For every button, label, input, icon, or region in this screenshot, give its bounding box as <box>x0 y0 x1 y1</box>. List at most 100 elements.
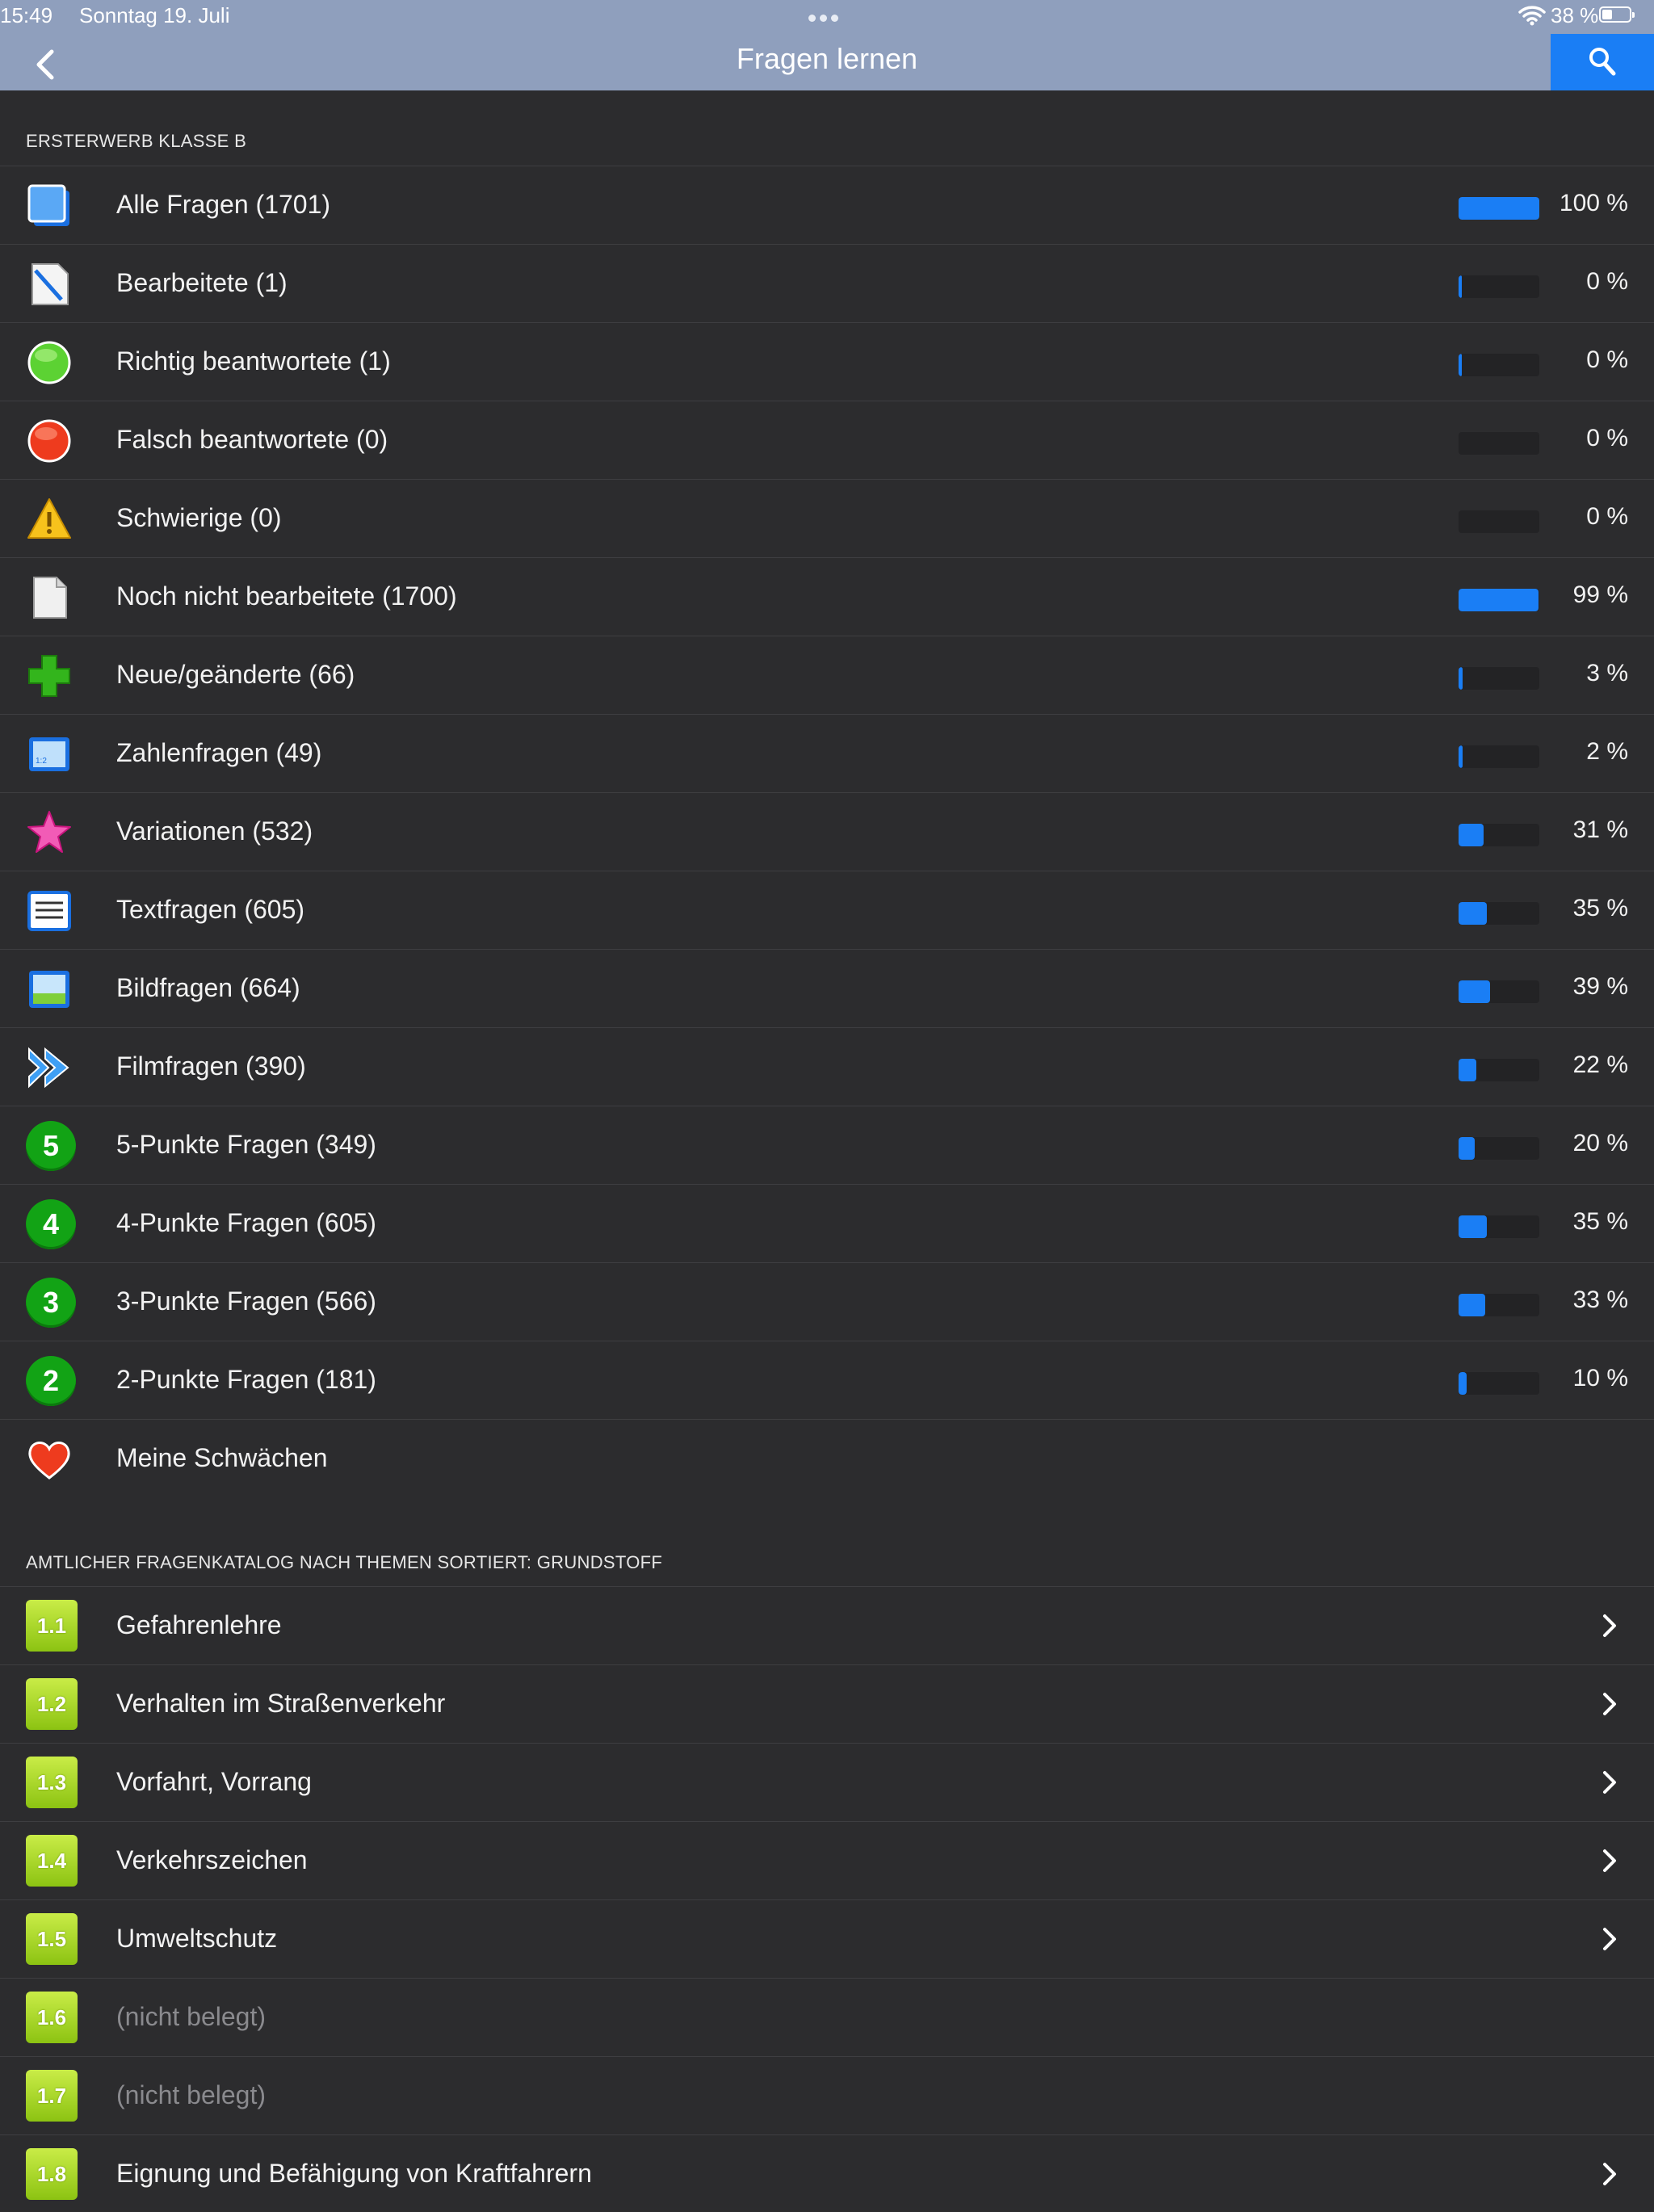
list-item[interactable]: 5 5-Punkte Fragen (349) 20 % <box>0 1106 1654 1183</box>
topic-number-badge: 1.7 <box>26 2070 78 2122</box>
topic-row[interactable]: 1.5 Umweltschutz <box>0 1899 1654 1977</box>
navigation-bar: 15:49 Sonntag 19. Juli 38 % Fragen lerne… <box>0 0 1654 90</box>
progress-bar <box>1459 667 1539 690</box>
list-item[interactable]: Noch nicht bearbeitete (1700) 99 % <box>0 557 1654 635</box>
list-item[interactable]: Meine Schwächen <box>0 1419 1654 1496</box>
red-circle-icon <box>26 418 73 464</box>
progress-bar <box>1459 354 1539 376</box>
progress-fill <box>1459 745 1463 768</box>
blank-document-icon <box>26 574 73 621</box>
topic-label: (nicht belegt) <box>116 2002 266 2031</box>
progress-fill <box>1459 275 1462 298</box>
progress-bar <box>1459 1059 1539 1081</box>
section-header-fragenkatalog: AMTLICHER FRAGENKATALOG NACH THEMEN SORT… <box>26 1552 663 1572</box>
list-item[interactable]: 4 4-Punkte Fragen (605) 35 % <box>0 1184 1654 1261</box>
two-points-icon: 2 <box>26 1356 76 1406</box>
chevron-right-icon[interactable] <box>1597 1611 1622 1640</box>
chevron-right-icon[interactable] <box>1597 1846 1622 1875</box>
list-item[interactable]: Richtig beantwortete (1) 0 % <box>0 322 1654 400</box>
topic-row[interactable]: 1.4 Verkehrszeichen <box>0 1821 1654 1899</box>
topic-row[interactable]: 1.8 Eignung und Befähigung von Kraftfahre… <box>0 2134 1654 2212</box>
search-button[interactable] <box>1551 34 1654 90</box>
list-item-label: Variationen (532) <box>116 816 313 846</box>
progress-percentage: 0 % <box>1586 268 1628 295</box>
progress-percentage: 99 % <box>1572 581 1628 608</box>
progress-fill <box>1459 902 1487 925</box>
progress-bar <box>1459 1294 1539 1316</box>
progress-percentage: 2 % <box>1586 738 1628 765</box>
list-item[interactable]: Bearbeitete (1) 0 % <box>0 244 1654 321</box>
list-item[interactable]: Textfragen (605) 35 % <box>0 871 1654 948</box>
list-item-label: Meine Schwächen <box>116 1443 328 1472</box>
progress-percentage: 39 % <box>1572 973 1628 1000</box>
progress-fill <box>1459 589 1539 611</box>
topic-row: 1.6 (nicht belegt) <box>0 1978 1654 2055</box>
progress-bar <box>1459 745 1539 768</box>
list-item[interactable]: 1:2 Zahlenfragen (49) 2 % <box>0 714 1654 791</box>
list-item[interactable]: Variationen (532) 31 % <box>0 792 1654 870</box>
list-item[interactable]: Alle Fragen (1701) 100 % <box>0 166 1654 243</box>
list-item[interactable]: Neue/geänderte (66) 3 % <box>0 636 1654 713</box>
topic-row[interactable]: 1.1 Gefahrenlehre <box>0 1586 1654 1664</box>
battery-percentage: 38 % <box>1551 3 1599 27</box>
progress-bar <box>1459 510 1539 533</box>
status-time: 15:49 <box>0 3 53 27</box>
list-item-label: 4-Punkte Fragen (605) <box>116 1208 376 1237</box>
chevron-right-icon[interactable] <box>1597 1768 1622 1797</box>
topic-row[interactable]: 1.3 Vorfahrt, Vorrang <box>0 1743 1654 1820</box>
pink-star-icon <box>26 809 73 856</box>
topic-label: Verkehrszeichen <box>116 1845 308 1874</box>
list-item[interactable]: Falsch beantwortete (0) 0 % <box>0 401 1654 478</box>
list-item[interactable]: Filmfragen (390) 22 % <box>0 1027 1654 1105</box>
multitasking-dots-icon[interactable] <box>808 11 844 22</box>
list-item[interactable]: 2 2-Punkte Fragen (181) 10 % <box>0 1341 1654 1418</box>
list-item-label: Textfragen (605) <box>116 895 305 924</box>
list-item-label: Falsch beantwortete (0) <box>116 425 388 454</box>
progress-percentage: 0 % <box>1586 346 1628 373</box>
list-item-label: Bildfragen (664) <box>116 973 300 1002</box>
progress-fill <box>1459 197 1539 220</box>
topic-row[interactable]: 1.2 Verhalten im Straßenverkehr <box>0 1664 1654 1742</box>
topic-label: Verhalten im Straßenverkehr <box>116 1689 446 1718</box>
list-item-label: Zahlenfragen (49) <box>116 738 322 767</box>
chevron-right-icon[interactable] <box>1597 1689 1622 1719</box>
section-header-ersterwerb: ERSTERWERB KLASSE B <box>26 131 247 151</box>
progress-percentage: 35 % <box>1572 895 1628 921</box>
topic-label: Gefahrenlehre <box>116 1610 282 1639</box>
list-item-label: Filmfragen (390) <box>116 1051 306 1081</box>
topic-label: Eignung und Befähigung von Kraftfahrern <box>116 2159 592 2188</box>
topic-number-badge: 1.8 <box>26 2148 78 2200</box>
progress-fill <box>1459 354 1462 376</box>
progress-percentage: 35 % <box>1572 1208 1628 1235</box>
progress-percentage: 31 % <box>1572 816 1628 843</box>
green-circle-icon <box>26 339 73 386</box>
topic-label: (nicht belegt) <box>116 2080 266 2109</box>
topic-number-badge: 1.4 <box>26 1835 78 1887</box>
topic-row: 1.7 (nicht belegt) <box>0 2056 1654 2134</box>
progress-bar <box>1459 902 1539 925</box>
topic-number-badge: 1.2 <box>26 1678 78 1730</box>
chevron-right-icon[interactable] <box>1597 1924 1622 1954</box>
list-item-label: Alle Fragen (1701) <box>116 190 331 219</box>
list-item[interactable]: Bildfragen (664) 39 % <box>0 949 1654 1026</box>
page-title: Fragen lernen <box>736 42 918 75</box>
progress-fill <box>1459 667 1463 690</box>
progress-percentage: 20 % <box>1572 1130 1628 1156</box>
progress-fill <box>1459 1137 1475 1160</box>
list-item[interactable]: 3 3-Punkte Fragen (566) 33 % <box>0 1262 1654 1340</box>
progress-fill <box>1459 824 1484 846</box>
progress-percentage: 10 % <box>1572 1365 1628 1391</box>
picture-icon <box>26 966 73 1013</box>
list-item-label: Noch nicht bearbeitete (1700) <box>116 581 457 611</box>
progress-percentage: 3 % <box>1586 660 1628 686</box>
stack-icon <box>26 183 73 229</box>
progress-bar <box>1459 1137 1539 1160</box>
chevron-right-icon[interactable] <box>1597 2160 1622 2189</box>
topic-number-badge: 1.3 <box>26 1757 78 1808</box>
topic-label: Umweltschutz <box>116 1924 278 1953</box>
list-item[interactable]: Schwierige (0) 0 % <box>0 479 1654 556</box>
wifi-icon <box>1518 6 1546 26</box>
list-item-label: Richtig beantwortete (1) <box>116 346 391 376</box>
progress-percentage: 100 % <box>1559 190 1628 216</box>
progress-bar <box>1459 197 1539 220</box>
